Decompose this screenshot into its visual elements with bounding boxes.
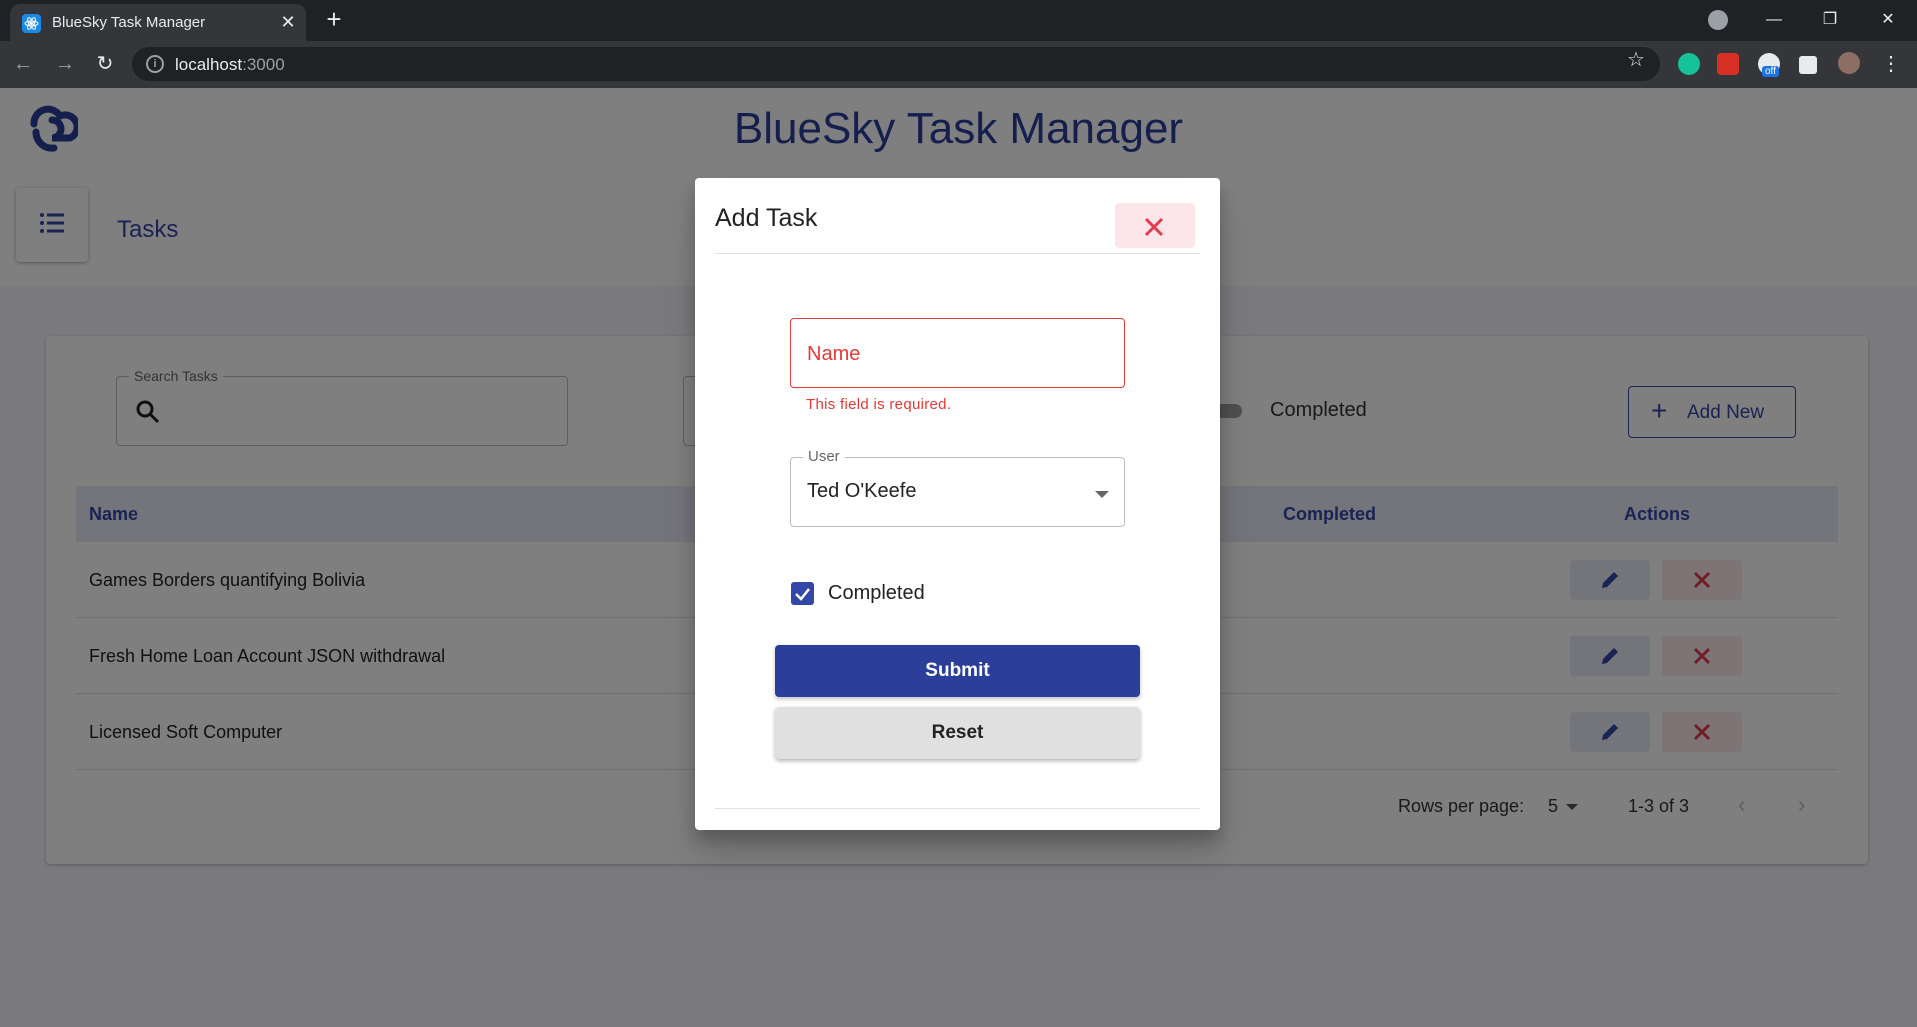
reload-icon[interactable]: ↻ [92,51,118,77]
window-close-icon[interactable]: ✕ [1874,6,1902,34]
name-placeholder: Name [807,343,861,365]
restore-icon[interactable]: ❐ [1816,6,1844,34]
add-task-dialog: Add Task Name This field is required. Us… [695,178,1220,830]
browser-toolbar: ← → ↻ i localhost:3000 ☆ [0,41,1917,88]
url-text: localhost:3000 [175,55,285,74]
browser-menu-icon[interactable]: ⋮ [1878,51,1904,77]
name-error-text: This field is required. [806,396,952,413]
dropdown-caret-icon [1095,491,1109,498]
tab-search-icon[interactable] [1708,10,1728,30]
back-icon[interactable]: ← [10,51,36,77]
tab-title: BlueSky Task Manager [52,14,206,31]
name-field[interactable]: Name [790,318,1125,388]
forward-icon[interactable]: → [52,51,78,77]
user-select[interactable]: User Ted O'Keefe [790,448,1125,527]
puzzle-extensions-icon[interactable] [1799,56,1817,74]
site-info-icon[interactable]: i [146,55,164,73]
address-bar[interactable]: i localhost:3000 [132,47,1660,81]
dialog-close-button[interactable] [1115,203,1195,248]
grammarly-extension-icon[interactable] [1678,53,1700,75]
minimize-icon[interactable]: — [1760,6,1788,34]
extension-icon[interactable] [1717,53,1739,75]
submit-button[interactable]: Submit [775,645,1140,697]
close-icon [1144,217,1164,237]
new-tab-icon[interactable]: + [322,6,346,32]
user-label: User [803,448,845,465]
browser-tabbar: BlueSky Task Manager ✕ + — ❐ ✕ [0,0,1917,41]
completed-checkbox-label: Completed [828,582,925,604]
bookmark-star-icon[interactable]: ☆ [1627,47,1645,72]
react-favicon-icon [22,14,41,33]
dialog-divider [715,253,1200,254]
browser-tab[interactable]: BlueSky Task Manager ✕ [10,4,306,41]
completed-checkbox[interactable] [791,582,814,605]
tab-close-icon[interactable]: ✕ [278,12,298,32]
reset-button[interactable]: Reset [775,707,1140,759]
dialog-footer-divider [715,808,1200,809]
checkmark-icon [795,588,810,601]
dialog-title: Add Task [715,204,818,232]
extension-badge: off [1762,66,1779,77]
user-value: Ted O'Keefe [807,480,917,502]
profile-avatar[interactable] [1838,52,1860,74]
